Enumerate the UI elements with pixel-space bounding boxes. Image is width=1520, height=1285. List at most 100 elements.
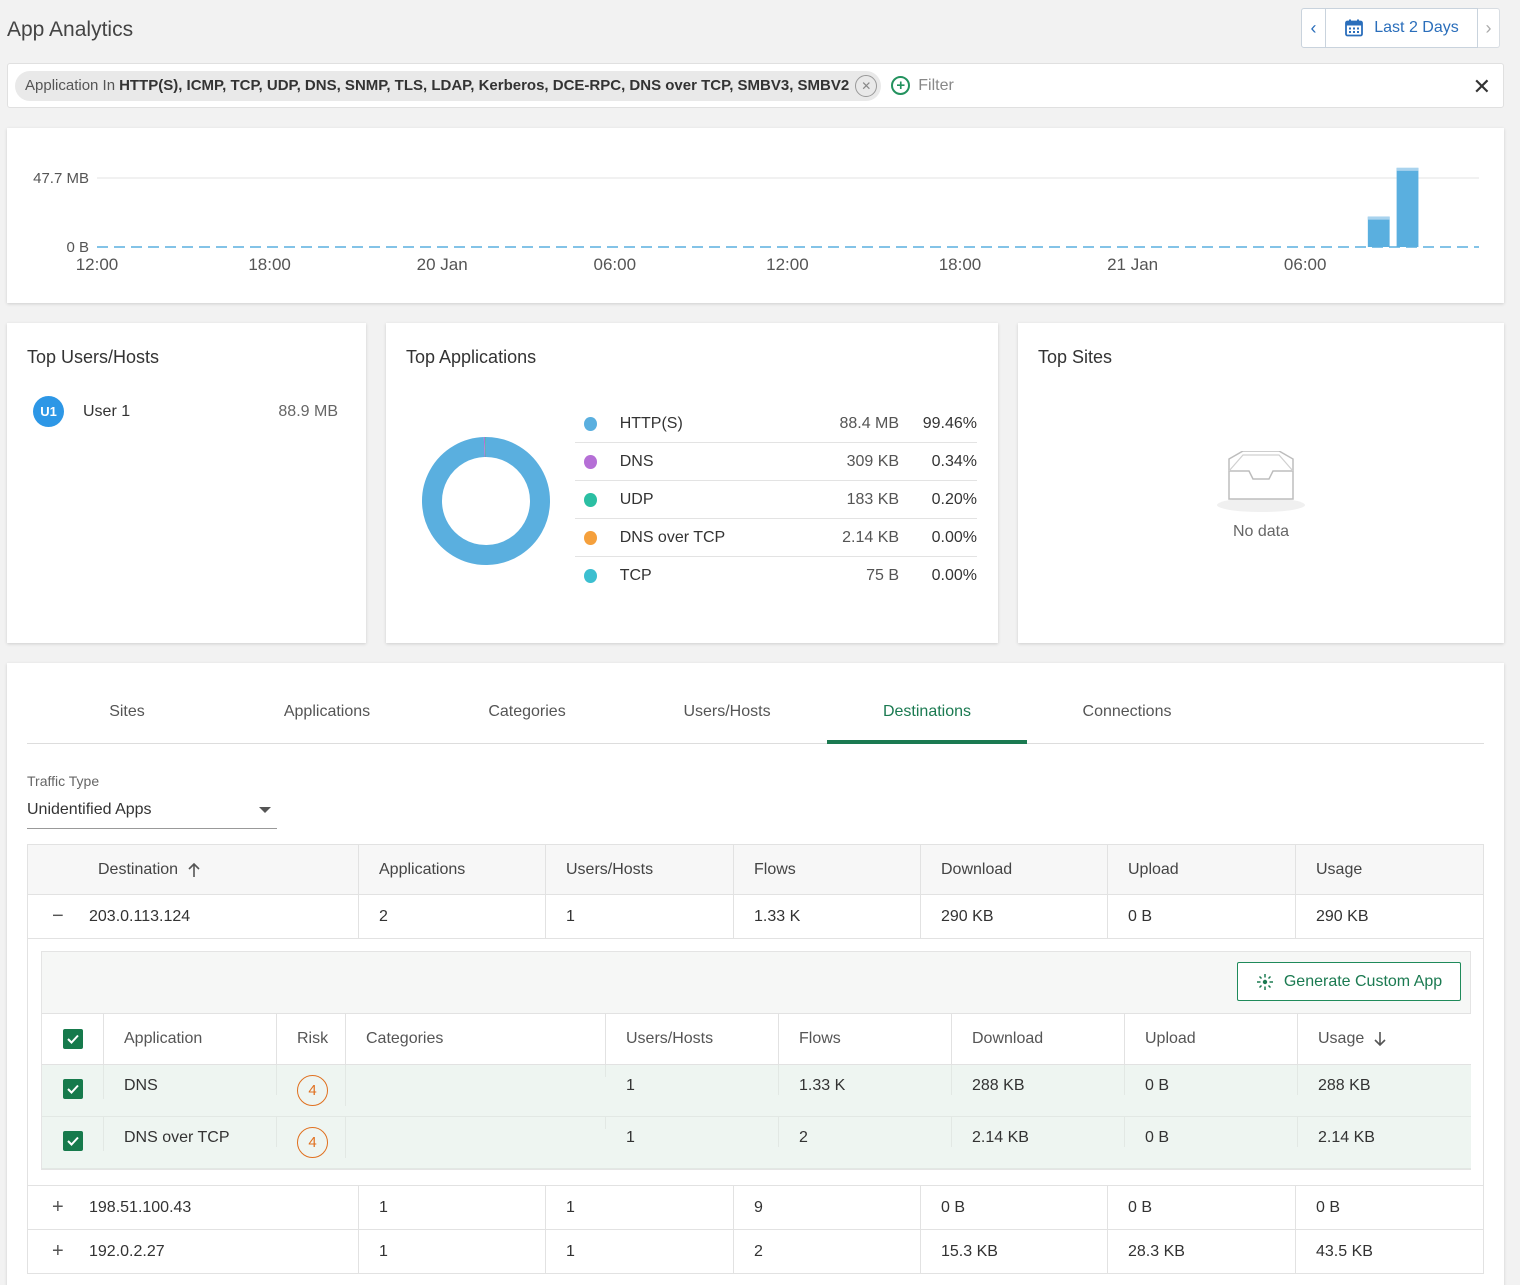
cell-categories [346,1065,606,1077]
risk-badge: 4 [297,1127,328,1158]
app-size: 75 B [866,567,900,584]
col-risk[interactable]: Risk [277,1014,346,1064]
clear-filters-icon[interactable]: ✕ [1473,74,1491,100]
table-row[interactable]: + 192.0.2.27 1 1 2 15.3 KB 28.3 KB 43.5 … [28,1230,1483,1274]
x-tick-label: 20 Jan [417,255,468,274]
x-tick-label: 18:00 [939,255,982,274]
col-application[interactable]: Application [104,1014,277,1064]
top-users-card: Top Users/Hosts U1 User 1 88.9 MB [7,323,366,643]
cell-download: 15.3 KB [921,1230,1108,1273]
tab-applications[interactable]: Applications [227,690,427,743]
subtable-row[interactable]: DNS 4 1 1.33 K 288 KB 0 B 288 KB [42,1065,1471,1117]
y-tick-label: 0 B [66,239,89,256]
add-filter-button[interactable]: + Filter [891,76,954,95]
col-usage[interactable]: Usage [1298,1014,1471,1064]
col-users-hosts[interactable]: Users/Hosts [606,1014,779,1064]
chevron-left-icon: ‹ [1310,17,1317,38]
app-pct: 0.00% [931,528,977,546]
destination-ip: 203.0.113.124 [89,907,191,925]
cell-upload: 0 B [1108,1186,1296,1229]
cell-flows: 2 [734,1230,921,1273]
tab-users-hosts[interactable]: Users/Hosts [627,690,827,743]
row-checkbox[interactable] [62,1079,83,1099]
tab-destinations[interactable]: Destinations [827,690,1027,744]
user-name: User 1 [83,402,131,420]
cell-upload: 0 B [1125,1117,1298,1147]
user-row[interactable]: U1 User 1 88.9 MB [33,396,338,427]
filter-chip[interactable]: Application In HTTP(S), ICMP, TCP, UDP, … [15,70,882,101]
cell-categories [346,1117,606,1129]
top-sites-card: Top Sites No data [1018,323,1504,643]
col-usage[interactable]: Usage [1296,845,1483,894]
risk-badge: 4 [297,1075,328,1106]
y-tick-label: 47.7 MB [33,170,89,187]
col-applications[interactable]: Applications [359,845,546,894]
calendar-icon [1345,19,1364,37]
app-legend-row[interactable]: DNS over TCP 2.14 KB 0.00% [575,519,977,557]
app-legend-row[interactable]: UDP 183 KB 0.20% [575,481,977,519]
app-legend-row[interactable]: HTTP(S) 88.4 MB 99.46% [575,405,977,443]
chevron-right-icon: › [1485,17,1492,38]
col-flows[interactable]: Flows [779,1014,952,1064]
add-filter-label: Filter [918,76,954,94]
cell-usage: 290 KB [1316,907,1369,925]
cell-flows: 1.33 K [779,1065,952,1095]
traffic-type-select[interactable]: Unidentified Apps [27,798,277,829]
row-checkbox[interactable] [62,1131,83,1151]
tab-sites[interactable]: Sites [27,690,227,743]
prev-range-button[interactable]: ‹ [1301,8,1326,48]
traffic-type-value: Unidentified Apps [27,801,152,818]
app-legend-row[interactable]: TCP 75 B 0.00% [575,557,977,595]
table-row[interactable]: + 198.51.100.43 1 1 9 0 B 0 B 0 B [28,1186,1483,1230]
date-range-button[interactable]: Last 2 Days [1326,8,1478,48]
cell-users-hosts: 1 [606,1065,779,1095]
remove-filter-icon[interactable]: ✕ [855,74,878,97]
cell-upload: 0 B [1108,895,1296,938]
date-range-picker: ‹ Last 2 Days › [1301,8,1500,48]
col-flows[interactable]: Flows [734,845,921,894]
app-name: HTTP(S) [619,414,683,432]
x-tick-label: 12:00 [76,255,119,274]
col-download[interactable]: Download [921,845,1108,894]
top-users-title: Top Users/Hosts [27,347,160,367]
tab-categories[interactable]: Categories [427,690,627,743]
tab-connections[interactable]: Connections [1027,690,1227,743]
donut-slice[interactable] [422,437,550,565]
filter-chip-values: HTTP(S), ICMP, TCP, UDP, DNS, SNMP, TLS,… [119,77,850,94]
table-row[interactable]: − 203.0.113.124 2 1 1.33 K 290 KB 0 B 29… [28,895,1483,939]
col-download[interactable]: Download [952,1014,1125,1064]
empty-inbox-icon [1217,451,1305,512]
cell-applications: 1 [359,1230,546,1273]
app-size: 2.14 KB [842,528,900,546]
table-header: Destination Applications Users/Hosts Flo… [28,845,1483,895]
subtable-row[interactable]: DNS over TCP 4 1 2 2.14 KB 0 B 2.14 KB [42,1117,1471,1169]
expand-row-icon[interactable]: + [28,1196,89,1219]
app-pct: 0.34% [931,452,977,470]
x-tick-label: 21 Jan [1107,255,1158,274]
avatar: U1 [33,396,64,427]
col-upload[interactable]: Upload [1125,1014,1298,1064]
app-name: TCP [619,567,652,584]
caret-down-icon [259,807,271,813]
col-label: Usage [1318,1030,1365,1047]
generate-custom-app-button[interactable]: Generate Custom App [1237,962,1461,1001]
col-users-hosts[interactable]: Users/Hosts [546,845,734,894]
next-range-button[interactable]: › [1478,8,1500,48]
add-circle-icon: + [891,76,911,95]
timeline-bar [1396,167,1419,247]
select-all-checkbox[interactable] [62,1029,83,1049]
expand-row-icon[interactable]: + [28,1240,89,1263]
row-select-cell [42,1117,104,1151]
app-size: 88.4 MB [839,414,900,432]
sort-descending-icon [1374,1032,1386,1047]
col-destination[interactable]: Destination [28,845,359,894]
col-upload[interactable]: Upload [1108,845,1296,894]
collapse-row-icon[interactable]: − [28,905,89,928]
cell-users-hosts: 1 [546,895,734,938]
applications-legend: HTTP(S) 88.4 MB 99.46% DNS 309 KB 0.34% … [575,405,977,595]
x-tick-label: 06:00 [1284,255,1327,274]
col-categories[interactable]: Categories [346,1014,606,1064]
cell-download: 2.14 KB [952,1117,1125,1147]
app-legend-row[interactable]: DNS 309 KB 0.34% [575,443,977,481]
cell-usage: 43.5 KB [1316,1242,1373,1260]
